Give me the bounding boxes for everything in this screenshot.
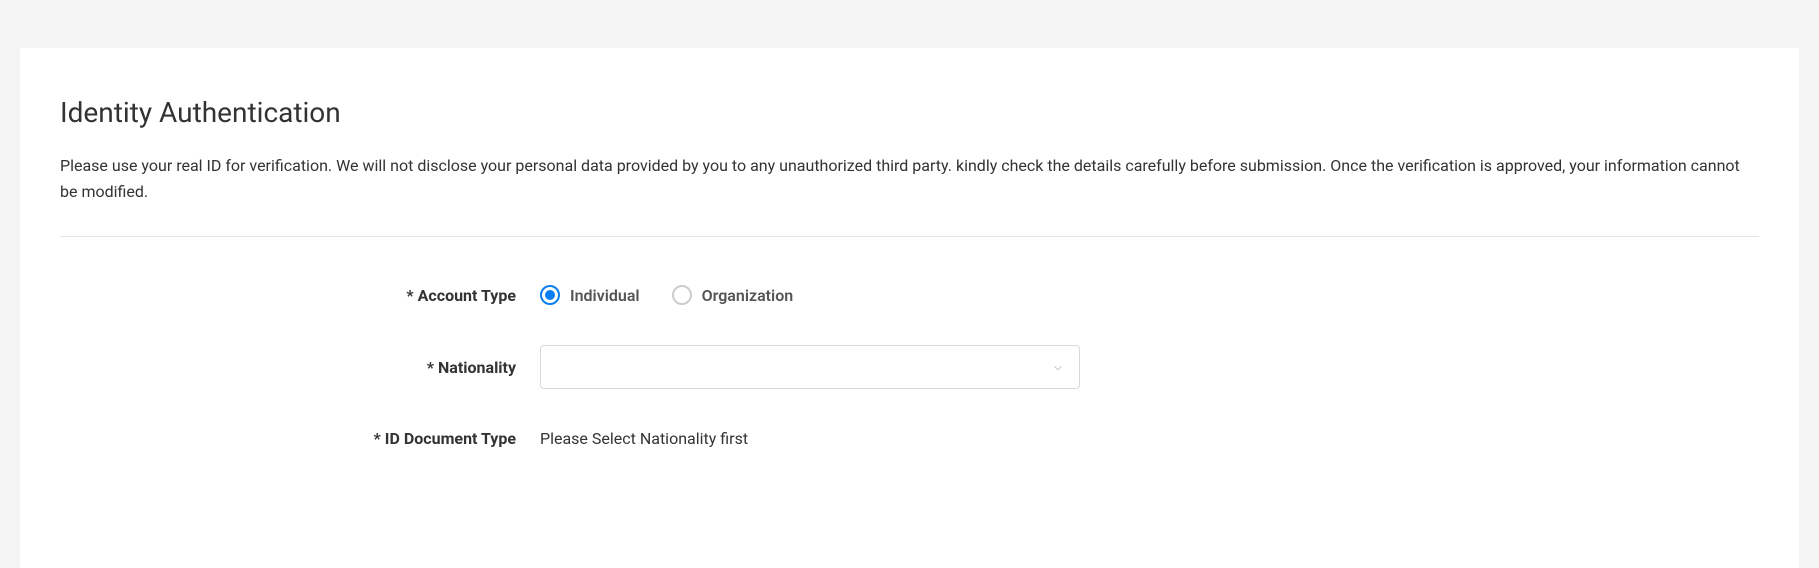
- radio-individual-label: Individual: [570, 286, 640, 305]
- chevron-down-icon: [1051, 360, 1065, 374]
- id-document-type-placeholder: Please Select Nationality first: [540, 429, 748, 448]
- nationality-label: *Nationality: [60, 358, 540, 377]
- identity-authentication-card: Identity Authentication Please use your …: [20, 48, 1799, 568]
- nationality-select[interactable]: [540, 345, 1080, 389]
- required-asterisk: *: [406, 286, 413, 305]
- id-document-type-row: *ID Document Type Please Select National…: [60, 429, 1759, 448]
- nationality-row: *Nationality: [60, 345, 1759, 389]
- page-description: Please use your real ID for verification…: [60, 153, 1759, 204]
- account-type-row: * Account Type Individual Organization: [60, 285, 1759, 305]
- required-asterisk: *: [427, 358, 434, 377]
- id-document-type-label: *ID Document Type: [60, 429, 540, 448]
- account-type-controls: Individual Organization: [540, 285, 1759, 305]
- id-document-type-controls: Please Select Nationality first: [540, 429, 1759, 448]
- nationality-label-text: Nationality: [438, 358, 516, 377]
- radio-circle-icon: [672, 285, 692, 305]
- radio-organization-label: Organization: [702, 286, 794, 305]
- nationality-controls: [540, 345, 1759, 389]
- page-wrapper: Identity Authentication Please use your …: [0, 0, 1819, 568]
- page-title: Identity Authentication: [60, 96, 1759, 129]
- radio-organization[interactable]: Organization: [672, 285, 794, 305]
- required-asterisk: *: [374, 429, 381, 448]
- id-document-type-label-text: ID Document Type: [385, 429, 516, 448]
- account-type-label-text: Account Type: [418, 286, 516, 305]
- account-type-label: * Account Type: [60, 286, 540, 305]
- radio-circle-icon: [540, 285, 560, 305]
- divider: [60, 236, 1759, 237]
- account-type-radio-group: Individual Organization: [540, 285, 793, 305]
- radio-individual[interactable]: Individual: [540, 285, 640, 305]
